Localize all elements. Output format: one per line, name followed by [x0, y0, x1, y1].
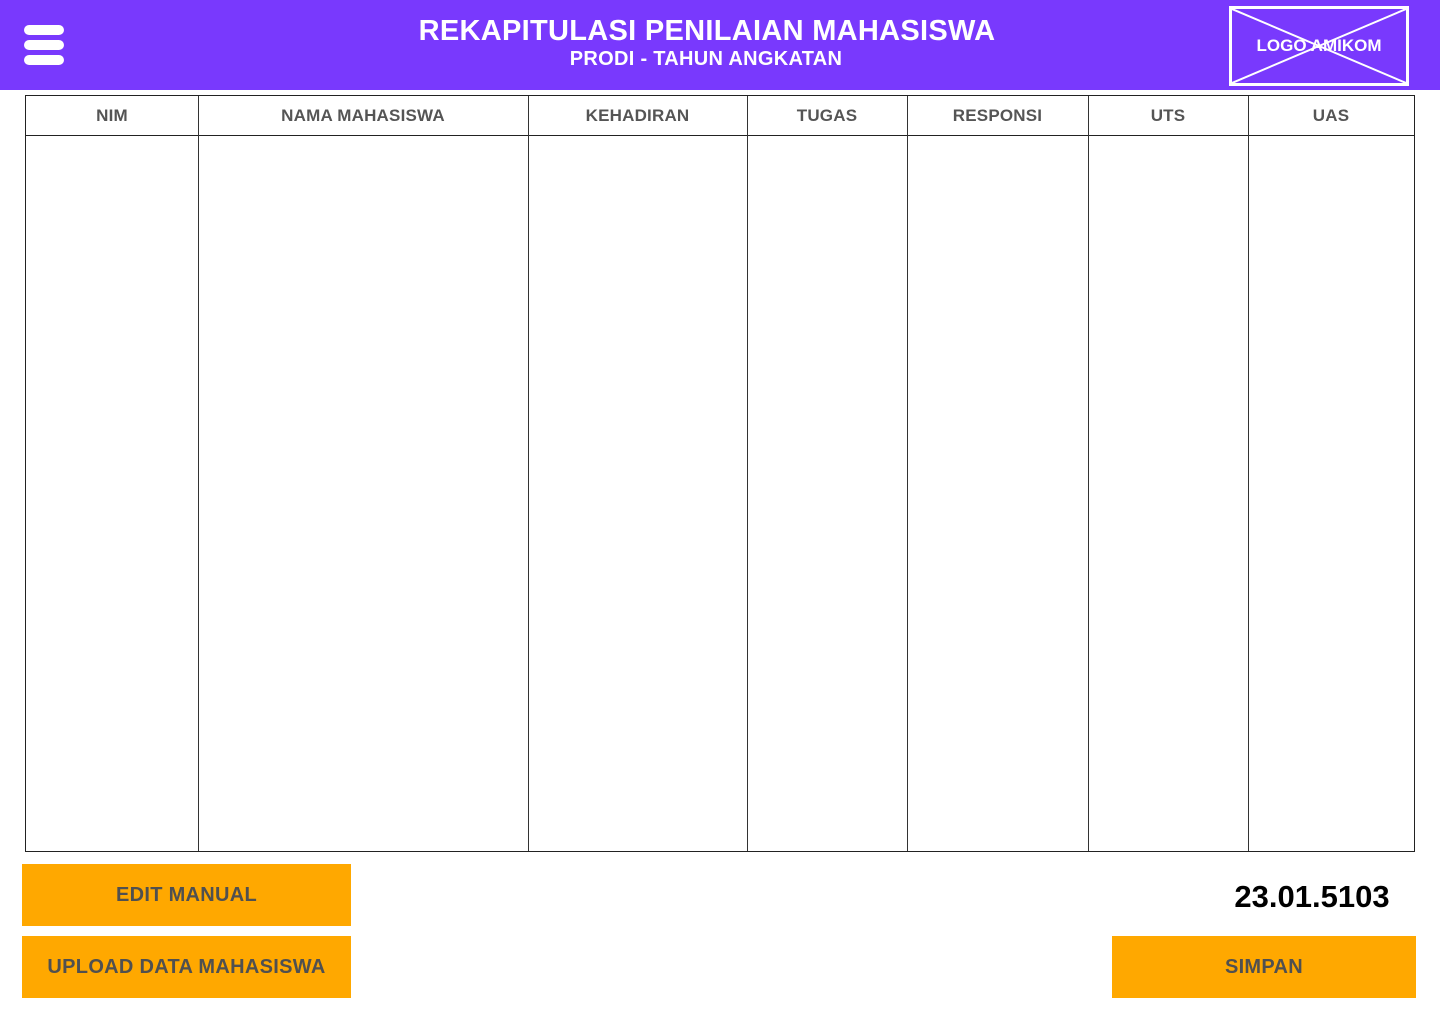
column-header-kehadiran: KEHADIRAN	[585, 106, 690, 125]
column-header-uas: UAS	[1312, 106, 1350, 125]
column-header-responsi: RESPONSI	[952, 106, 1043, 125]
table-body	[26, 136, 1414, 851]
upload-data-button[interactable]: UPLOAD DATA MAHASISWA	[22, 936, 351, 998]
app-header: REKAPITULASI PENILAIAN MAHASISWA PRODI -…	[0, 0, 1440, 90]
save-button[interactable]: SIMPAN	[1112, 936, 1416, 998]
logo-placeholder: LOGO AMIKOM	[1229, 6, 1409, 86]
logo-text: LOGO AMIKOM	[1256, 36, 1382, 55]
column-header-uts: UTS	[1150, 106, 1186, 125]
table-header: NIM NAMA MAHASISWA KEHADIRAN TUGAS RESPO…	[26, 96, 1414, 136]
column-header-nim: NIM	[96, 106, 128, 125]
page-title: REKAPITULASI PENILAIAN MAHASISWA	[418, 15, 996, 47]
user-id-label: 23.01.5103	[1234, 879, 1390, 914]
column-header-tugas: TUGAS	[796, 106, 858, 125]
edit-manual-button[interactable]: EDIT MANUAL	[22, 864, 351, 926]
grades-table: NIM NAMA MAHASISWA KEHADIRAN TUGAS RESPO…	[25, 95, 1415, 852]
page-subtitle: PRODI - TAHUN ANGKATAN	[569, 48, 843, 70]
column-header-nama-mahasiswa: NAMA MAHASISWA	[281, 106, 445, 125]
